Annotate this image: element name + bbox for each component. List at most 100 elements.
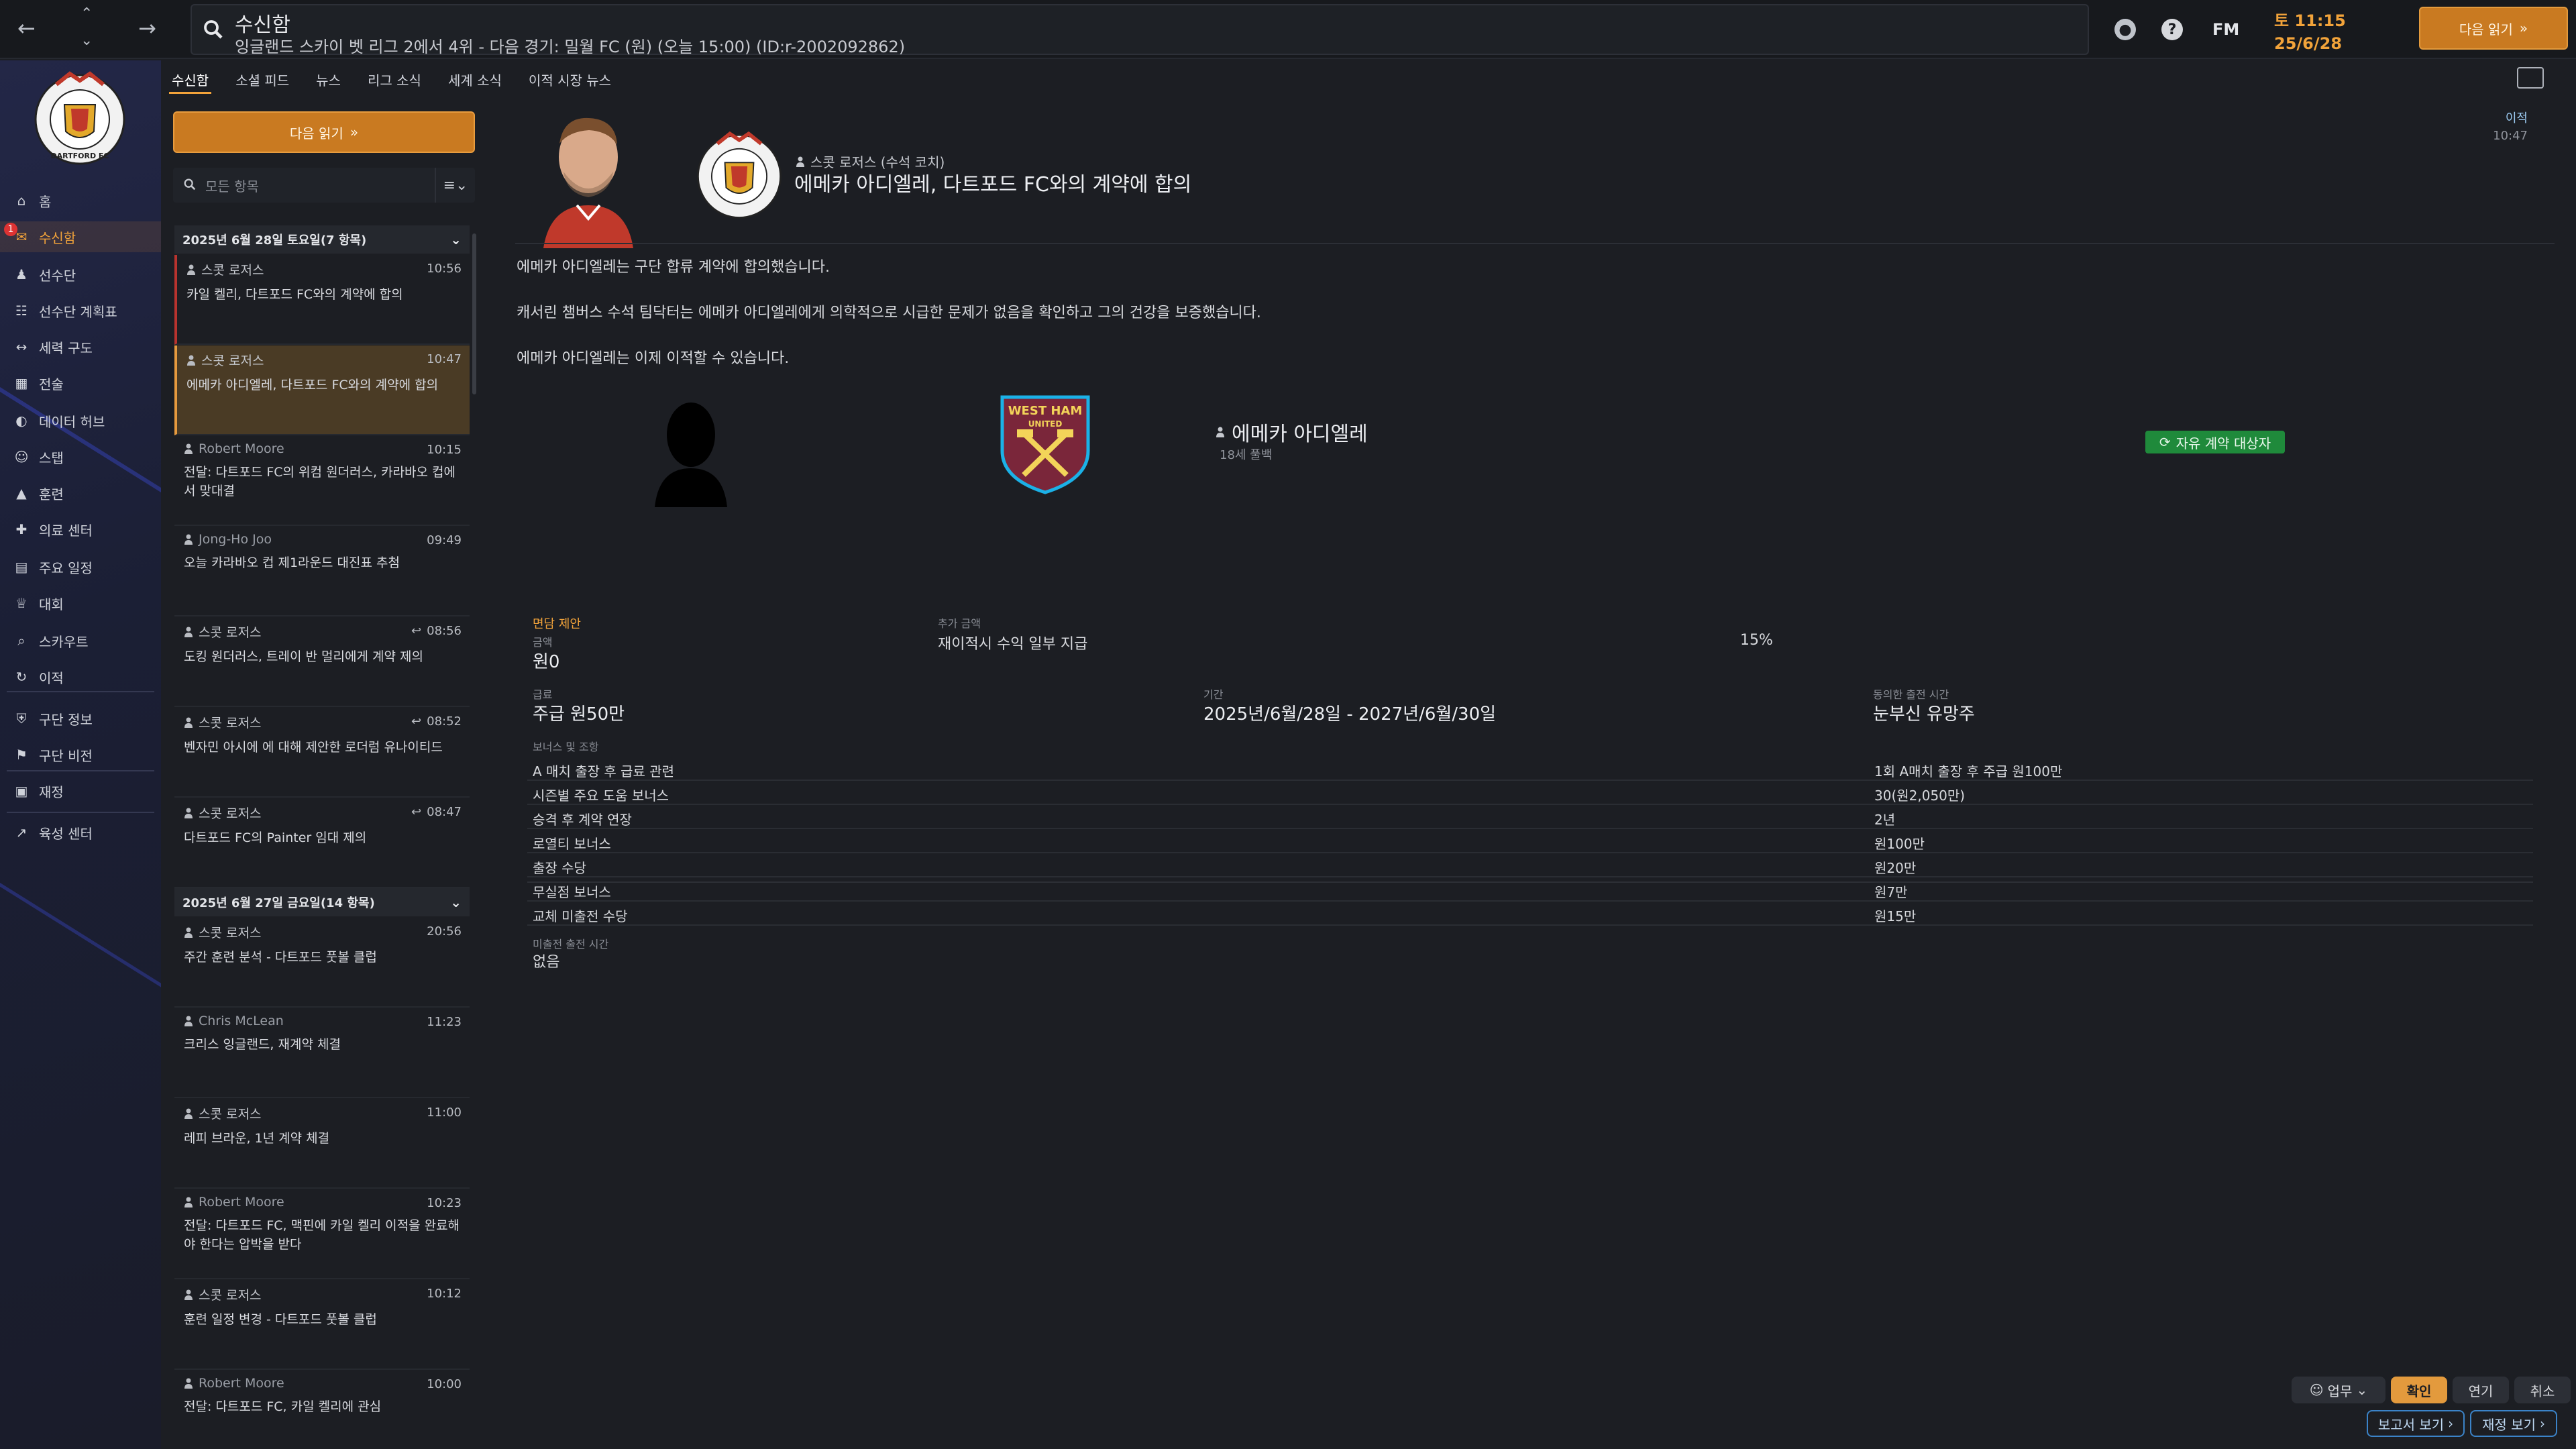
tab-league-news[interactable]: 리그 소식 bbox=[365, 64, 424, 94]
message-time: 10:56 bbox=[427, 262, 462, 276]
chevron-down-icon: ⌄ bbox=[450, 894, 462, 910]
continue-button-top[interactable]: 다음 읽기 » bbox=[2419, 7, 2568, 50]
role-dropdown[interactable]: ☺ 업무 ⌄ bbox=[2292, 1377, 2385, 1403]
club-crest-icon[interactable]: DARTFORD FC bbox=[30, 64, 130, 172]
message-sender: Chris McLean bbox=[184, 1014, 460, 1028]
reply-icon: ↩ bbox=[411, 714, 422, 729]
bonus-value: 30(원2,050만) bbox=[1874, 788, 1966, 804]
inbox-message[interactable]: Jong-Ho Joo 09:49 오늘 카라바오 컵 제1라운드 대진표 추첨 bbox=[174, 527, 470, 616]
divider bbox=[527, 881, 2533, 883]
inbox-message[interactable]: Robert Moore 10:00 전달: 다트포드 FC, 카일 켈리에 관심 bbox=[174, 1371, 470, 1449]
person-icon bbox=[187, 264, 195, 275]
forward-button[interactable]: → bbox=[138, 17, 156, 39]
inbox-message[interactable]: 스콧 로저스 ↩ 08:56 도킹 원더러스, 트레이 반 멀리에게 계약 제의 bbox=[174, 617, 470, 707]
confirm-button[interactable]: 확인 bbox=[2391, 1377, 2447, 1403]
sidebar-item[interactable]: ⌂ 홈 bbox=[0, 185, 161, 216]
filter-menu-icon[interactable]: ≡⌄ bbox=[435, 168, 475, 203]
day-header[interactable]: 2025년 6월 27일 금요일(14 항목) ⌄ bbox=[174, 888, 470, 916]
view-report-button[interactable]: 보고서 보기 › bbox=[2367, 1410, 2465, 1437]
sidebar-item[interactable]: ▦ 전술 bbox=[0, 368, 161, 398]
sender-name: 스콧 로저스 bbox=[199, 806, 262, 821]
sidebar-item[interactable]: ☷ 선수단 계획표 bbox=[0, 295, 161, 326]
inbox-message[interactable]: 스콧 로저스 20:56 주간 훈련 분석 - 다트포드 풋볼 클럽 bbox=[174, 918, 470, 1008]
playing-time-value: 눈부신 유망주 bbox=[1873, 704, 1975, 724]
sidebar-item[interactable]: ✉ 수신함 1 bbox=[0, 221, 161, 252]
extra-label: 추가 금액 bbox=[938, 617, 981, 630]
day-header[interactable]: 2025년 6월 28일 토요일(7 항목) ⌄ bbox=[174, 225, 470, 254]
message-sender: 스콧 로저스 bbox=[184, 1285, 460, 1303]
tab-inbox[interactable]: 수신함 bbox=[169, 64, 212, 94]
sidebar-item[interactable]: ♟ 선수단 bbox=[0, 259, 161, 290]
history-up-button[interactable]: ⌃ bbox=[80, 7, 93, 21]
delay-button[interactable]: 연기 bbox=[2453, 1377, 2509, 1403]
person-icon bbox=[187, 355, 195, 366]
tab-world-news[interactable]: 세계 소식 bbox=[445, 64, 504, 94]
message-time: 10:15 bbox=[427, 443, 462, 457]
message-time-wrap: ↩ 08:47 bbox=[411, 805, 462, 819]
message-time: 08:56 bbox=[427, 624, 462, 638]
continue-button[interactable]: 다음 읽기 » bbox=[173, 111, 475, 153]
inbox-filter[interactable]: 모든 항목 ≡⌄ bbox=[173, 168, 475, 203]
player-name[interactable]: 에메카 아디엘레 bbox=[1216, 417, 1368, 447]
tab-transfer-news[interactable]: 이적 시장 뉴스 bbox=[526, 64, 614, 94]
inbox-message[interactable]: 스콧 로저스 10:56 카일 켈리, 다트포드 FC와의 계약에 합의 bbox=[174, 255, 470, 345]
bonus-row: A 매치 출장 후 급료 관련 1회 A매치 출장 후 주급 원100만 bbox=[527, 757, 2533, 781]
help-icon[interactable]: ? bbox=[2161, 19, 2183, 40]
search-bar[interactable]: 수신함 잉글랜드 스카이 벳 리그 2에서 4위 - 다음 경기: 밀월 FC … bbox=[191, 4, 2089, 56]
sub-tabs: 수신함 소셜 피드 뉴스 리그 소식 세계 소식 이적 시장 뉴스 bbox=[169, 64, 614, 94]
sidebar-item[interactable]: ⛨ 구단 정보 bbox=[0, 703, 161, 734]
club-info-icon: ⛨ bbox=[16, 710, 27, 727]
sidebar-item[interactable]: ⌕ 스카우트 bbox=[0, 625, 161, 656]
inbox-message[interactable]: 스콧 로저스 11:00 레피 브라운, 1년 계약 체결 bbox=[174, 1099, 470, 1189]
sidebar-item[interactable]: ▣ 재정 bbox=[0, 775, 161, 806]
message-sender: 스콧 로저스 bbox=[184, 923, 460, 941]
chevron-down-icon: ⌄ bbox=[2356, 1382, 2368, 1398]
tab-social-feed[interactable]: 소셜 피드 bbox=[233, 64, 292, 94]
player-silhouette-icon[interactable] bbox=[651, 393, 731, 507]
inbox-message[interactable]: 스콧 로저스 ↩ 08:52 벤자민 아시에 에 대해 제안한 로더럼 유나이티드 bbox=[174, 708, 470, 798]
inbox-message[interactable]: Robert Moore 10:15 전달: 다트포드 FC의 위컴 원더러스, 카… bbox=[174, 436, 470, 526]
inbox-message[interactable]: Chris McLean 11:23 크리스 잉글랜드, 재계약 체결 bbox=[174, 1008, 470, 1098]
sidebar-item[interactable]: ♕ 대회 bbox=[0, 588, 161, 619]
cancel-button[interactable]: 취소 bbox=[2514, 1377, 2571, 1403]
home-icon: ⌂ bbox=[17, 193, 26, 209]
day-header-label: 2025년 6월 27일 금요일(14 항목) bbox=[182, 896, 375, 910]
message-time-wrap: 10:47 bbox=[427, 352, 462, 366]
message-time-wrap: 10:12 bbox=[427, 1287, 462, 1301]
extra-value: 재이적시 수익 일부 지급 bbox=[938, 636, 1088, 653]
inbox-message[interactable]: Robert Moore 10:23 전달: 다트포드 FC, 맥핀에 카일 켈리 … bbox=[174, 1189, 470, 1279]
message-paragraph: 에메카 아디엘레는 구단 합류 계약에 합의했습니다. bbox=[517, 259, 830, 276]
sidebar-item[interactable]: ▤ 주요 일정 bbox=[0, 551, 161, 582]
west-ham-crest-icon[interactable]: WEST HAM UNITED bbox=[998, 393, 1092, 495]
fm-logo[interactable]: FM bbox=[2212, 20, 2239, 39]
back-button[interactable]: ← bbox=[17, 17, 36, 39]
history-down-button[interactable]: ⌄ bbox=[80, 34, 93, 48]
sidebar-item[interactable]: ↻ 이적 bbox=[0, 661, 161, 692]
inbox-message[interactable]: 스콧 로저스 10:47 에메카 아디엘레, 다트포드 FC와의 계약에 합의 bbox=[174, 345, 470, 435]
bonus-row: 출장 수당 원20만 bbox=[527, 853, 2533, 877]
sidebar-item[interactable]: ✚ 의료 센터 bbox=[0, 514, 161, 545]
inbox-scrollbar[interactable] bbox=[472, 233, 476, 394]
clipboard-icon: ☷ bbox=[15, 303, 28, 319]
message-subject: 도킹 원더러스, 트레이 반 멀리에게 계약 제의 bbox=[184, 649, 423, 664]
screenshot-icon[interactable] bbox=[2517, 67, 2544, 89]
sidebar-item[interactable]: ▲ 훈련 bbox=[0, 478, 161, 508]
sidebar-item[interactable]: ☺ 스탭 bbox=[0, 441, 161, 472]
inbox-message[interactable]: 스콧 로저스 10:12 훈련 일정 변경 - 다트포드 풋볼 클럽 bbox=[174, 1280, 470, 1370]
tab-news[interactable]: 뉴스 bbox=[313, 64, 343, 94]
sidebar-item[interactable]: ◐ 데이터 허브 bbox=[0, 405, 161, 436]
sender-name: Robert Moore bbox=[199, 1195, 284, 1210]
role-label: 업무 bbox=[2327, 1383, 2353, 1399]
club-vision-icon: ⚑ bbox=[15, 747, 28, 763]
view-finance-button[interactable]: 재정 보기 › bbox=[2470, 1410, 2557, 1437]
date-value: 25/6/28 bbox=[2274, 34, 2343, 53]
inbox-message[interactable]: 스콧 로저스 ↩ 08:47 다트포드 FC의 Painter 임대 제의 bbox=[174, 798, 470, 888]
refresh-icon: ⟳ bbox=[2159, 434, 2171, 450]
message-subject: 벤자민 아시에 에 대해 제안한 로더럼 유나이티드 bbox=[184, 740, 443, 755]
club-bug-icon[interactable]: ● bbox=[2114, 19, 2136, 40]
sidebar-item[interactable]: ⚑ 구단 비전 bbox=[0, 739, 161, 770]
sidebar-item[interactable]: ↔ 세력 구도 bbox=[0, 331, 161, 362]
message-time: 20:56 bbox=[427, 924, 462, 938]
sidebar-item[interactable]: ↗ 육성 센터 bbox=[0, 817, 161, 848]
sender-name: 스콧 로저스 bbox=[201, 354, 264, 368]
